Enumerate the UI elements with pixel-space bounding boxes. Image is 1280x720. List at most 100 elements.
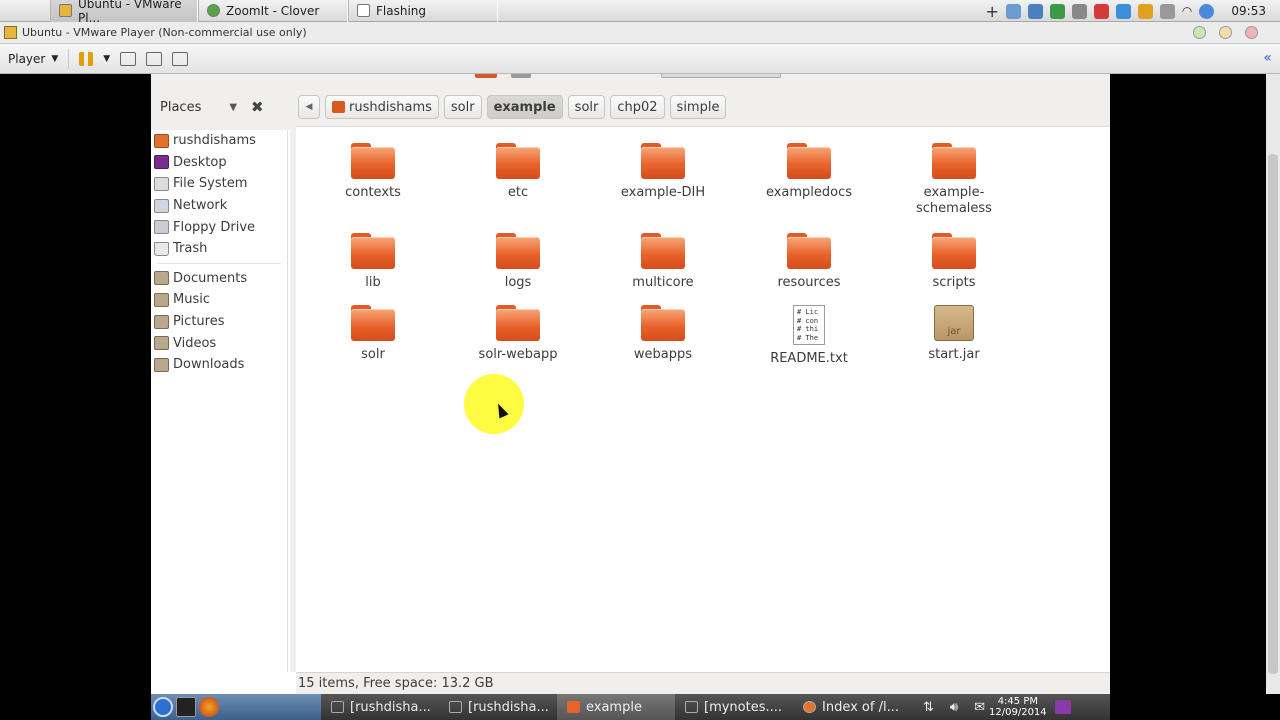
computer-toolbar-icon[interactable] — [511, 74, 531, 78]
file-manager-window: Places ▼ ✖ ◀ rushdishams solr example so… — [151, 74, 1110, 694]
fullscreen-icon[interactable] — [146, 51, 163, 66]
file-name: logs — [504, 275, 532, 290]
taskbar-clock[interactable]: 4:45 PM 12/09/2014 — [989, 696, 1047, 718]
file-item[interactable]: solr-webapp — [458, 305, 578, 363]
network-arrows-icon[interactable]: ⇅ — [923, 700, 934, 715]
breadcrumb-item[interactable]: solr — [443, 95, 482, 119]
tray-app-icon[interactable] — [1027, 3, 1043, 19]
file-name: scripts — [932, 275, 976, 290]
close-button[interactable] — [1245, 26, 1258, 39]
folder-icon — [154, 271, 169, 286]
network-devices-icon[interactable] — [120, 51, 137, 66]
breadcrumb-label: solr — [450, 99, 475, 115]
breadcrumb-label: example — [493, 99, 556, 115]
sidebar-item-label: File System — [173, 176, 248, 192]
start-icon[interactable] — [153, 697, 173, 717]
mail-icon[interactable]: ✉ — [974, 700, 985, 715]
file-item[interactable]: exampledocs — [749, 143, 869, 201]
volume-icon[interactable]: 🔊︎ — [950, 700, 958, 715]
tray-app-icon[interactable] — [1115, 3, 1131, 19]
tray-app-icon[interactable] — [1137, 3, 1153, 19]
breadcrumb-back-button[interactable]: ◀ — [298, 95, 320, 119]
file-item[interactable]: # Lic # con # thi # The README.txt — [749, 305, 869, 367]
breadcrumb-item[interactable]: solr — [567, 95, 606, 119]
sidebar-item-downloads[interactable]: Downloads — [151, 354, 287, 376]
pause-icon[interactable] — [79, 51, 94, 66]
sidebar-item-desktop[interactable]: Desktop — [151, 152, 287, 174]
file-item[interactable]: webapps — [603, 305, 723, 363]
places-header[interactable]: Places ▼ ✖ — [151, 98, 288, 116]
unity-icon[interactable] — [172, 51, 189, 66]
task-button[interactable]: [rushdisha... — [321, 694, 439, 720]
sidebar-item-network[interactable]: Network — [151, 195, 287, 217]
collapse-icon[interactable]: « — [1263, 50, 1272, 66]
vmware-icon — [59, 4, 72, 17]
file-item[interactable]: etc — [458, 143, 578, 201]
chevron-down-icon[interactable]: ▼ — [229, 102, 237, 113]
file-item[interactable]: example-DIH — [603, 143, 723, 201]
task-label: example — [586, 699, 642, 715]
sidebar-item-filesystem[interactable]: File System — [151, 173, 287, 195]
chevron-down-icon: ▼ — [51, 53, 59, 64]
tray-app-icon[interactable] — [1071, 3, 1087, 19]
file-item[interactable]: multicore — [603, 233, 723, 291]
sidebar-item-trash[interactable]: Trash — [151, 238, 287, 260]
sidebar-item-videos[interactable]: Videos — [151, 332, 287, 354]
chevron-down-icon[interactable]: ▼ — [103, 54, 110, 64]
folder-icon — [567, 701, 580, 713]
terminal-icon[interactable] — [176, 697, 196, 717]
file-item[interactable]: contexts — [313, 143, 433, 201]
file-item[interactable]: logs — [458, 233, 578, 291]
file-item[interactable]: resources — [749, 233, 869, 291]
file-name: webapps — [633, 347, 693, 362]
vmware-icon — [4, 26, 17, 39]
player-menu-button[interactable]: Player ▼ — [8, 52, 58, 66]
tray-app-icon[interactable] — [1199, 3, 1215, 19]
scrollbar-thumb[interactable] — [1268, 154, 1278, 674]
toolbar-divider — [68, 48, 70, 69]
filesystem-icon — [154, 176, 169, 191]
breadcrumb-item[interactable]: simple — [669, 95, 727, 119]
home-toolbar-icon[interactable] — [475, 74, 497, 78]
maximize-button[interactable] — [1219, 26, 1232, 39]
wifi-icon[interactable]: ◠ — [1182, 4, 1192, 18]
tray-app-icon[interactable] — [1159, 3, 1175, 19]
sidebar-divider — [157, 260, 281, 264]
breadcrumb-item[interactable]: rushdishams — [325, 95, 439, 119]
file-item[interactable]: scripts — [894, 233, 1014, 291]
tab-flashing[interactable]: Flashing — [348, 0, 498, 22]
vm-scrollbar[interactable] — [1266, 74, 1280, 694]
mac-clock[interactable]: 09:53 — [1231, 4, 1266, 18]
file-item[interactable]: solr — [313, 305, 433, 363]
vmware-title-bar: Ubuntu - VMware Player (Non-commercial u… — [0, 22, 1280, 44]
task-label: Index of /l... — [822, 699, 899, 715]
task-button[interactable]: [mynotes.... — [675, 694, 793, 720]
folder-icon — [351, 305, 395, 341]
tab-zoomit-clover[interactable]: ZoomIt - Clover — [198, 0, 348, 22]
sidebar-item-music[interactable]: Music — [151, 289, 287, 311]
sidebar-item-documents[interactable]: Documents — [151, 268, 287, 290]
sidebar-item-label: Documents — [173, 270, 248, 286]
sidebar-item-pictures[interactable]: Pictures — [151, 311, 287, 333]
task-button-active[interactable]: example — [557, 694, 675, 720]
minimize-button[interactable] — [1193, 26, 1206, 39]
tray-app-icon[interactable] — [1049, 3, 1065, 19]
breadcrumb-item[interactable]: chp02 — [610, 95, 665, 119]
breadcrumb-item-current[interactable]: example — [486, 95, 563, 119]
task-button[interactable]: [rushdisha... — [439, 694, 557, 720]
add-icon[interactable]: + — [986, 2, 999, 21]
sidebar-item-home[interactable]: rushdishams — [151, 130, 287, 152]
file-item[interactable]: lib — [313, 233, 433, 291]
view-select[interactable] — [661, 74, 781, 78]
tray-app-icon[interactable] — [1093, 3, 1109, 19]
power-icon[interactable] — [1054, 700, 1071, 714]
file-item[interactable]: jar start.jar — [894, 305, 1014, 363]
tray-app-icon[interactable] — [1005, 3, 1021, 19]
file-item[interactable]: example-schemaless — [894, 143, 1014, 217]
launcher-area — [151, 694, 321, 720]
sidebar-item-floppy[interactable]: Floppy Drive — [151, 216, 287, 238]
close-sidebar-icon[interactable]: ✖ — [251, 98, 264, 116]
firefox-icon[interactable] — [199, 697, 219, 717]
tab-ubuntu-vmware[interactable]: Ubuntu - VMware Pl... — [50, 0, 198, 25]
task-button[interactable]: Index of /l... — [793, 694, 911, 720]
